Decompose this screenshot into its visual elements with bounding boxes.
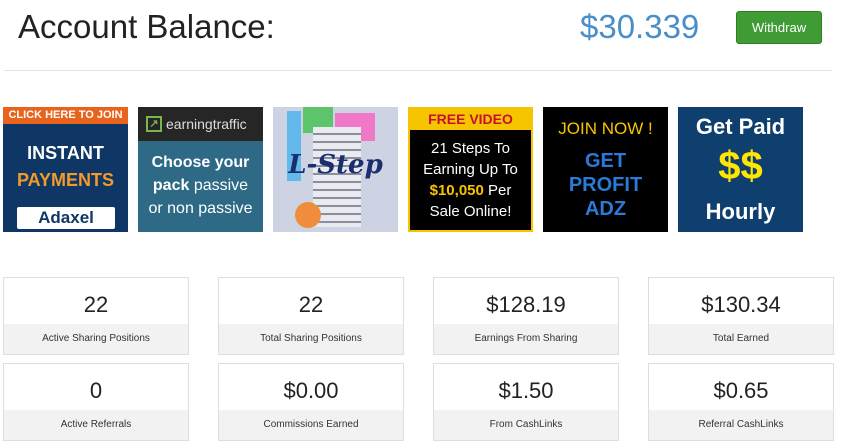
stat-card-earnings-from-sharing: $128.19 Earnings From Sharing xyxy=(433,277,619,355)
free-video-line2: Earning Up To xyxy=(423,161,518,178)
earningtraffic-text: Choose your pack passive or non passive xyxy=(138,151,263,220)
stat-value: $0.65 xyxy=(713,378,769,403)
stat-label: From CashLinks xyxy=(434,410,618,440)
stat-label: Active Referrals xyxy=(4,410,188,440)
stat-card-total-earned: $130.34 Total Earned xyxy=(648,277,834,355)
stat-label: Active Sharing Positions xyxy=(4,324,188,354)
free-video-line4: Sale Online! xyxy=(429,203,512,220)
banner-adaxel-line2: PAYMENTS xyxy=(16,170,115,190)
stat-card-total-sharing-positions: 22 Total Sharing Positions xyxy=(218,277,404,355)
profitadz-line2: GET xyxy=(584,150,627,172)
stat-value: $0.00 xyxy=(283,378,339,403)
earningtraffic-header: ↗ earningtraffic xyxy=(138,107,263,141)
earningtraffic-line2-rest: passive xyxy=(189,177,249,194)
banner-adaxel-top: CLICK HERE TO JOIN xyxy=(3,107,128,124)
stat-label: Earnings From Sharing xyxy=(434,324,618,354)
stat-card-from-cashlinks: $1.50 From CashLinks xyxy=(433,363,619,441)
free-video-amount: $10,050 xyxy=(429,182,484,199)
banner-get-paid[interactable]: Get Paid $$ Hourly xyxy=(678,107,803,232)
divider xyxy=(4,70,832,71)
profitadz-line4: ADZ xyxy=(584,198,627,220)
profitadz-join: JOIN NOW ! xyxy=(558,119,653,138)
page-title: Account Balance: xyxy=(18,8,275,45)
withdraw-button[interactable]: Withdraw xyxy=(736,11,822,44)
stat-label: Referral CashLinks xyxy=(649,410,833,440)
free-video-line3-rest: Per xyxy=(483,182,512,199)
stat-card-active-referrals: 0 Active Referrals xyxy=(3,363,189,441)
banner-adaxel-line1: INSTANT xyxy=(27,143,104,163)
stat-value: $1.50 xyxy=(498,378,554,403)
get-paid-line1: Get Paid xyxy=(695,114,786,139)
earningtraffic-line2-bold: pack xyxy=(152,177,190,194)
stat-value: $128.19 xyxy=(486,292,566,317)
banner-profitadz[interactable]: JOIN NOW ! GET PROFIT ADZ xyxy=(543,107,668,232)
stat-value: 22 xyxy=(298,292,324,317)
stat-card-referral-cashlinks: $0.65 Referral CashLinks xyxy=(648,363,834,441)
adaxel-logo: Adaxel xyxy=(17,207,115,229)
banner-adaxel[interactable]: CLICK HERE TO JOIN INSTANT PAYMENTS Adax… xyxy=(3,107,128,232)
banner-lstep[interactable]: L-Step xyxy=(273,107,398,232)
free-video-top: FREE VIDEO xyxy=(410,109,531,130)
banner-free-video[interactable]: FREE VIDEO 21 Steps To Earning Up To $10… xyxy=(408,107,533,232)
stat-value: 22 xyxy=(83,292,109,317)
account-header: Account Balance: $30.339 Withdraw xyxy=(0,0,844,56)
profitadz-line3: PROFIT xyxy=(568,174,643,196)
earningtraffic-line3: or non passive xyxy=(148,200,253,217)
free-video-line1: 21 Steps To xyxy=(431,140,510,157)
banner-earningtraffic[interactable]: ↗ earningtraffic Choose your pack passiv… xyxy=(138,107,263,232)
stat-label: Commissions Earned xyxy=(219,410,403,440)
trend-arrow-icon: ↗ xyxy=(146,116,162,132)
get-paid-dollars: $$ xyxy=(718,144,763,188)
stat-card-active-sharing-positions: 22 Active Sharing Positions xyxy=(3,277,189,355)
get-paid-line3: Hourly xyxy=(705,199,776,224)
stat-label: Total Sharing Positions xyxy=(219,324,403,354)
free-video-text: 21 Steps To Earning Up To $10,050 Per Sa… xyxy=(410,138,531,222)
lstep-graphic xyxy=(295,202,321,228)
lstep-logo-text: L-Step xyxy=(288,150,383,180)
stat-value: 0 xyxy=(89,378,103,403)
account-balance: $30.339 xyxy=(580,8,700,45)
earningtraffic-line1: Choose your xyxy=(151,154,250,171)
profitadz-text: GET PROFIT ADZ xyxy=(543,149,668,221)
stat-value: $130.34 xyxy=(701,292,781,317)
stat-card-commissions-earned: $0.00 Commissions Earned xyxy=(218,363,404,441)
stat-label: Total Earned xyxy=(649,324,833,354)
earningtraffic-brand: earningtraffic xyxy=(166,116,247,132)
